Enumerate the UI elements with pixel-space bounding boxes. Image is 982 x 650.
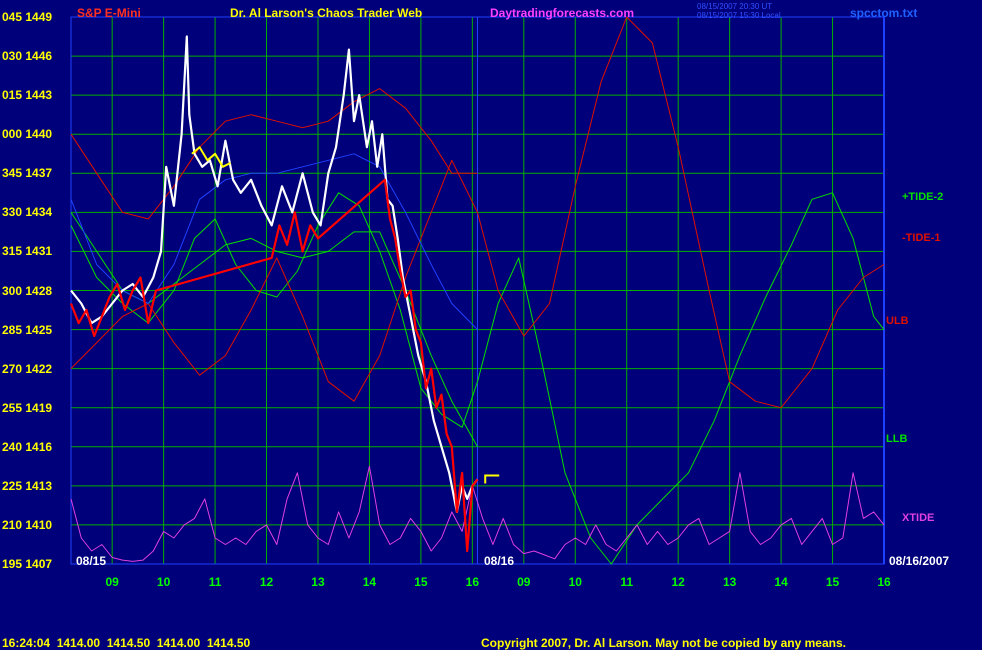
date-label-left: 08/15 <box>76 554 107 568</box>
x-tick-label: 10 <box>156 575 171 589</box>
timestamp-local: 08/15/2007 15:30 Local <box>697 11 781 20</box>
x-tick-label: 12 <box>671 575 685 589</box>
instrument-title: S&P E-Mini <box>77 6 141 20</box>
x-tick-label: 14 <box>362 575 377 589</box>
site-title: Dr. Al Larson's Chaos Trader Web <box>230 6 423 20</box>
data-file-name: spcctom.txt <box>850 6 918 20</box>
y-tick-label: 330 1434 <box>2 205 53 220</box>
x-tick-label: 16 <box>465 575 480 589</box>
y-tick-label: 015 1443 <box>2 88 53 103</box>
site-link[interactable]: Daytradingforecasts.com <box>490 7 634 19</box>
x-tick-label: 15 <box>414 575 428 589</box>
legend-xtide: XTIDE <box>902 512 935 524</box>
chart-canvas <box>69 16 885 565</box>
series-line-ulb <box>70 88 478 220</box>
y-tick-label: 045 1449 <box>2 10 53 24</box>
last-price-marker <box>484 474 500 484</box>
y-tick-label: 285 1425 <box>2 322 53 337</box>
grid <box>70 16 885 565</box>
timestamp-ut: 08/15/2007 20:30 UT <box>697 2 773 11</box>
x-tick-label: 11 <box>620 575 634 589</box>
x-tick-label: 13 <box>311 575 325 589</box>
y-tick-label: 030 1446 <box>2 49 53 64</box>
x-tick-label: 11 <box>208 575 222 589</box>
x-tick-label: 14 <box>774 575 788 589</box>
x-tick-label: 16 <box>877 575 891 589</box>
y-tick-label: 300 1428 <box>2 283 53 298</box>
y-tick-label: 210 1410 <box>2 517 53 532</box>
legend-ulb: ULB <box>886 315 909 327</box>
date-label-right: 08/16/2007 <box>889 554 950 568</box>
series-line-price-6 <box>70 35 479 513</box>
date-label-middle: 08/16 <box>484 554 515 568</box>
x-tick-label: 13 <box>722 575 737 589</box>
y-tick-label: 345 1437 <box>2 166 53 181</box>
legend-tide1: -TIDE-1 <box>902 232 941 244</box>
y-tick-label: 195 1407 <box>2 557 53 571</box>
x-tick-label: 09 <box>517 575 531 589</box>
quote-readout: 16:24:04 1414.00 1414.50 1414.00 1414.50 <box>2 636 251 650</box>
copyright-notice: Copyright 2007, Dr. Al Larson. May not b… <box>481 636 846 650</box>
y-tick-label: 225 1413 <box>2 478 53 493</box>
legend-llb: LLB <box>886 433 908 445</box>
x-tick-label: 12 <box>259 575 274 589</box>
y-tick-label: 315 1431 <box>2 244 53 259</box>
x-tick-label: 15 <box>825 575 840 589</box>
y-tick-label: 000 1440 <box>2 127 53 142</box>
y-tick-label: 255 1419 <box>2 400 53 415</box>
y-tick-label: 240 1416 <box>2 439 53 454</box>
legend-tide2: +TIDE-2 <box>902 191 944 203</box>
x-tick-label: 10 <box>568 575 582 589</box>
y-tick-label: 270 1422 <box>2 361 53 376</box>
series-line-price-5 <box>70 153 478 330</box>
x-tick-label: 09 <box>105 575 119 589</box>
